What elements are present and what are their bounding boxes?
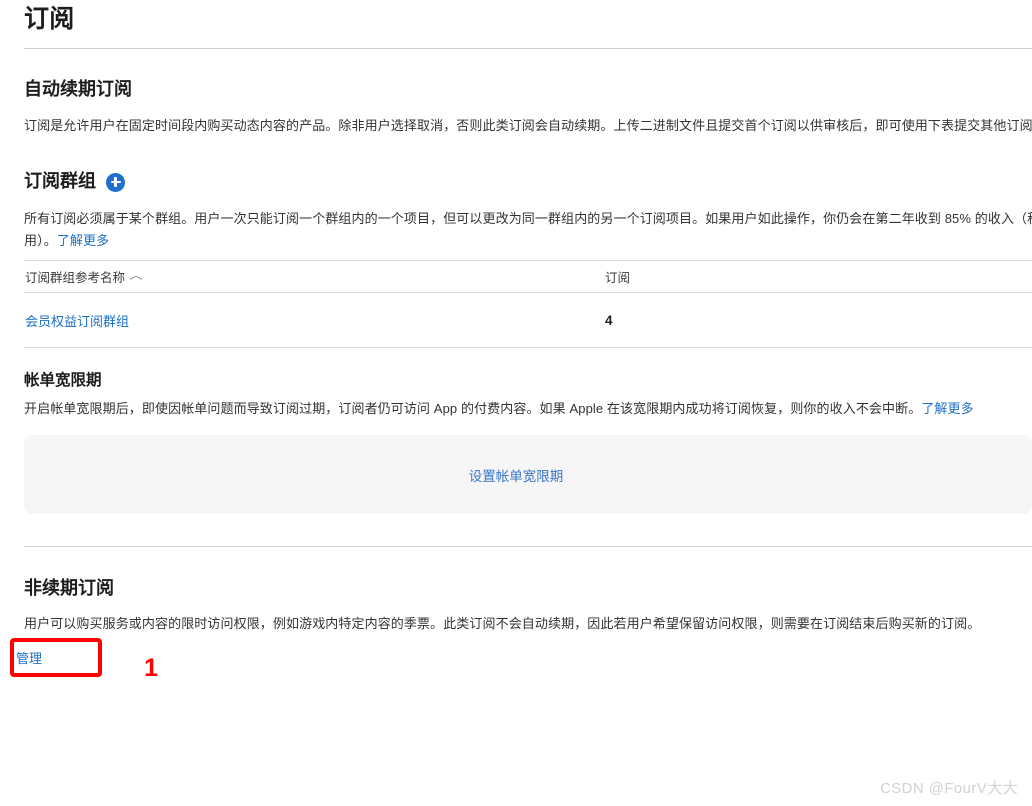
subscription-group-heading-row: 订阅群组 bbox=[24, 169, 125, 193]
plus-vertical-bar bbox=[114, 177, 116, 187]
table-cell-subscription-count: 4 bbox=[605, 313, 805, 328]
title-divider bbox=[24, 48, 1032, 49]
subscription-group-description: 所有订阅必须属于某个群组。用户一次只能订阅一个群组内的一个项目，但可以更改为同一… bbox=[24, 208, 1032, 252]
annotation-step-number: 1 bbox=[144, 655, 158, 681]
table-header-row: 订阅群组参考名称 ︿ 订阅 bbox=[24, 260, 1032, 292]
column-header-group-name-label: 订阅群组参考名称 bbox=[25, 267, 125, 286]
auto-renew-description: 订阅是允许用户在固定时间段内购买动态内容的产品。除非用户选择取消，否则此类订阅会… bbox=[24, 115, 1032, 137]
subscription-group-heading: 订阅群组 bbox=[24, 169, 96, 193]
auto-renew-heading: 自动续期订阅 bbox=[24, 77, 132, 101]
manage-button[interactable]: 管理 bbox=[16, 645, 42, 669]
watermark: CSDN @FourV大大 bbox=[880, 777, 1018, 798]
table-cell-group-name: 会员权益订阅群组 bbox=[24, 311, 605, 330]
billing-grace-period-description-text: 开启帐单宽限期后，即使因帐单问题而导致订阅过期，订阅者仍可访问 App 的付费内… bbox=[24, 401, 921, 416]
billing-grace-period-learn-more-link[interactable]: 了解更多 bbox=[921, 401, 973, 416]
billing-grace-period-description: 开启帐单宽限期后，即使因帐单问题而导致订阅过期，订阅者仍可访问 App 的付费内… bbox=[24, 398, 1032, 420]
page-title: 订阅 bbox=[24, 2, 75, 36]
billing-grace-period-heading: 帐单宽限期 bbox=[24, 369, 102, 393]
section-divider bbox=[24, 546, 1032, 547]
set-billing-grace-period-button[interactable]: 设置帐单宽限期 bbox=[469, 465, 564, 485]
subscription-group-table: 订阅群组参考名称 ︿ 订阅 会员权益订阅群组 4 bbox=[24, 260, 1032, 348]
plus-circle-icon[interactable] bbox=[106, 173, 125, 192]
column-header-subscriptions[interactable]: 订阅 bbox=[605, 267, 805, 286]
subscriptions-page: 订阅 自动续期订阅 订阅是允许用户在固定时间段内购买动态内容的产品。除非用户选择… bbox=[0, 0, 1032, 806]
subscription-group-description-text: 所有订阅必须属于某个群组。用户一次只能订阅一个群组内的一个项目，但可以更改为同一… bbox=[24, 211, 1032, 248]
subscription-group-learn-more-link[interactable]: 了解更多 bbox=[57, 233, 109, 248]
column-header-group-name[interactable]: 订阅群组参考名称 ︿ bbox=[24, 267, 605, 286]
sort-ascending-caret-icon: ︿ bbox=[129, 272, 143, 282]
non-renewing-heading: 非续期订阅 bbox=[24, 576, 114, 600]
non-renewing-description: 用户可以购买服务或内容的限时访问权限，例如游戏内特定内容的季票。此类订阅不会自动… bbox=[24, 613, 1032, 635]
table-row: 会员权益订阅群组 4 bbox=[24, 292, 1032, 348]
subscription-group-link[interactable]: 会员权益订阅群组 bbox=[25, 314, 129, 329]
billing-grace-period-panel: 设置帐单宽限期 bbox=[24, 435, 1032, 514]
